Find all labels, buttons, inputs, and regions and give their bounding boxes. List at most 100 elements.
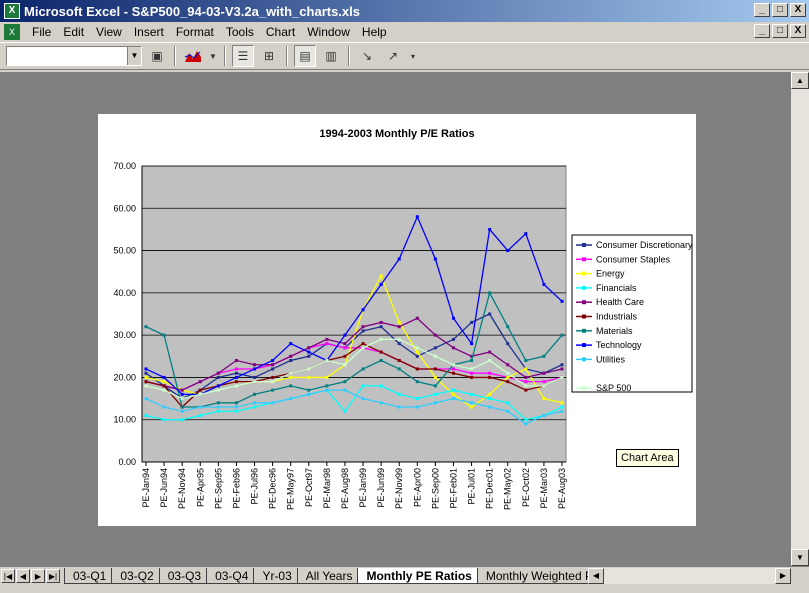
doc-close-button[interactable]: X [790, 24, 806, 38]
series-point [180, 392, 184, 396]
series-point [379, 401, 383, 405]
chart-type-icon[interactable] [182, 45, 204, 67]
excel-app-icon[interactable]: X [4, 3, 20, 19]
series-point [542, 371, 546, 375]
prev-sheet-icon[interactable]: ◀ [16, 568, 30, 583]
sheet-tab[interactable]: 03-Q4 [206, 567, 258, 584]
series-point [253, 392, 257, 396]
x-tick-label: PE-Jun99 [376, 468, 386, 508]
series-point [451, 397, 455, 401]
close-button[interactable]: X [790, 3, 806, 17]
series-point [488, 371, 492, 375]
sheet-tab[interactable]: All Years [296, 567, 362, 584]
first-sheet-icon[interactable]: |◀ [1, 568, 15, 583]
chart-area[interactable]: 1994-2003 Monthly P/E Ratios 0.00 10.00 20… [98, 114, 696, 526]
x-tick-label: PE-Dec96 [268, 468, 278, 509]
x-tick-label: PE-Jan94 [141, 468, 151, 508]
legend-label: Technology [596, 340, 642, 350]
chart-objects-dropdown[interactable]: ▼ [6, 46, 142, 66]
doc-restore-button[interactable]: □ [772, 24, 788, 38]
series-point [506, 380, 510, 384]
legend-marker [582, 243, 586, 247]
doc-minimize-button[interactable]: _ [754, 24, 770, 38]
series-point [524, 367, 528, 371]
series-point [560, 401, 564, 405]
menu-help[interactable]: Help [356, 25, 393, 39]
series-point [506, 401, 510, 405]
series-point [397, 337, 401, 341]
series-point [162, 384, 166, 388]
series-point [542, 380, 546, 384]
series-point [433, 354, 437, 358]
x-tick-label: PE-Aug03 [557, 468, 567, 509]
toolbar-options-icon[interactable]: ▾ [408, 45, 418, 67]
series-point [506, 342, 510, 346]
by-row-icon[interactable]: ▤ [294, 45, 316, 67]
series-point [488, 350, 492, 354]
y-tick-label: 30.00 [113, 330, 136, 340]
sheet-tabs: 03-Q1 03-Q2 03-Q3 03-Q4 Yr-03 All Years Monthl… [64, 567, 595, 584]
series-point [524, 384, 528, 388]
sheet-tab[interactable]: 03-Q3 [158, 567, 211, 584]
series-point [234, 409, 238, 413]
last-sheet-icon[interactable]: ▶| [46, 568, 60, 583]
maximize-button[interactable]: □ [772, 3, 788, 17]
menu-edit[interactable]: Edit [57, 25, 90, 39]
series-point [524, 375, 528, 379]
x-tick-label: PE-Sep00 [430, 468, 440, 509]
series-point [524, 388, 528, 392]
menu-view[interactable]: View [90, 25, 128, 39]
series-point [488, 359, 492, 363]
series-point [144, 375, 148, 379]
menu-bar: X File Edit View Insert Format Tools Cha… [0, 22, 809, 42]
series-point [234, 384, 238, 388]
series-point [560, 405, 564, 409]
vertical-scrollbar[interactable]: ▲ ▼ [791, 72, 809, 566]
menu-insert[interactable]: Insert [128, 25, 170, 39]
sheet-tab[interactable]: 03-Q1 [64, 567, 116, 584]
x-tick-label: PE-Nov99 [394, 468, 404, 509]
sheet-tab[interactable]: Yr-03 [253, 567, 301, 584]
x-tick-label: PE-Dec01 [485, 468, 495, 509]
scroll-up-arrow-icon[interactable]: ▲ [791, 72, 809, 89]
menu-tools[interactable]: Tools [220, 25, 260, 39]
data-table-icon[interactable]: ⊞ [258, 45, 280, 67]
menu-chart[interactable]: Chart [260, 25, 301, 39]
chart-type-dropdown-icon[interactable]: ▼ [208, 45, 218, 67]
angle-text-up-icon[interactable]: ↗ [382, 45, 404, 67]
angle-text-down-icon[interactable]: ↘ [356, 45, 378, 67]
document-controls: _ □ X [754, 24, 806, 38]
horizontal-scrollbar[interactable]: ◀ ▶ [588, 568, 791, 584]
series-point [234, 367, 238, 371]
series-point [506, 371, 510, 375]
sheet-tab[interactable]: 03-Q2 [111, 567, 163, 584]
sheet-tab[interactable]: Monthly PE Ratios [357, 567, 481, 584]
format-chart-area-icon[interactable]: ▣ [146, 45, 168, 67]
series-point [488, 312, 492, 316]
legend-marker [582, 285, 586, 290]
series-point [271, 380, 275, 384]
series-point [451, 388, 455, 392]
sheet-tab[interactable]: Monthly Weighted PE [476, 567, 595, 584]
by-column-icon[interactable]: ▥ [320, 45, 342, 67]
menu-window[interactable]: Window [301, 25, 356, 39]
workbook-icon[interactable]: X [4, 24, 20, 40]
series-point [289, 354, 293, 358]
chevron-down-icon[interactable]: ▼ [127, 47, 141, 65]
series-point [560, 333, 564, 337]
toolbar-separator [174, 46, 176, 66]
legend-icon[interactable]: ☰ [232, 45, 254, 67]
y-tick-label: 10.00 [113, 415, 136, 425]
y-tick-label: 40.00 [113, 288, 136, 298]
scroll-right-arrow-icon[interactable]: ▶ [775, 568, 791, 584]
menu-file[interactable]: File [26, 25, 57, 39]
series-point [560, 363, 564, 367]
x-tick-label: PE-Jul96 [250, 468, 260, 505]
minimize-button[interactable]: _ [754, 3, 770, 17]
next-sheet-icon[interactable]: ▶ [31, 568, 45, 583]
series-point [343, 354, 347, 358]
chart-plot[interactable]: 0.00 10.00 20.00 30.00 40.00 50.00 60.00 70.00 P… [98, 114, 696, 526]
menu-format[interactable]: Format [170, 25, 220, 39]
scroll-left-arrow-icon[interactable]: ◀ [588, 568, 604, 584]
scroll-down-arrow-icon[interactable]: ▼ [791, 549, 809, 566]
